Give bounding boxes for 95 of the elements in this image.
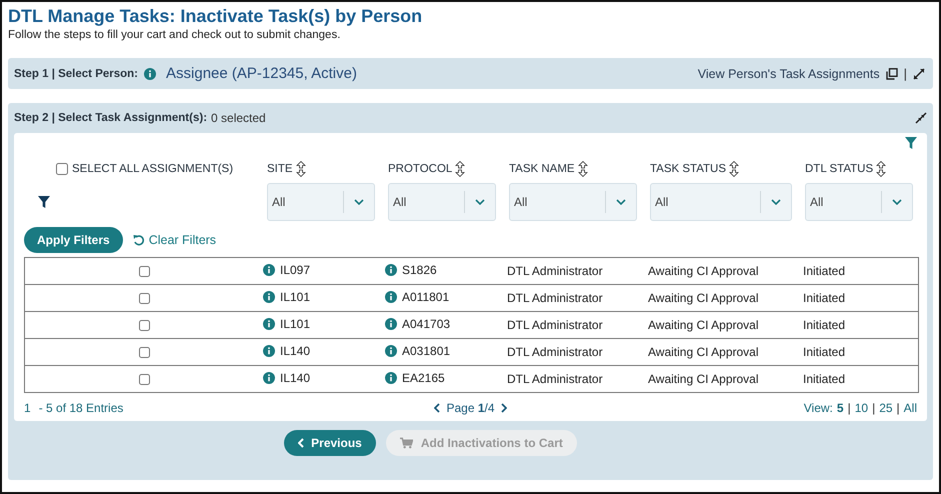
filter-icon[interactable]	[905, 137, 917, 149]
table-cell: DTL Administrator	[507, 372, 603, 386]
separator: |	[896, 401, 900, 415]
page-subtitle: Follow the steps to fill your cart and check out to submit changes.	[8, 29, 342, 41]
filter-icon[interactable]	[38, 196, 50, 208]
step-label: Step 2 | Select Task Assignment(s):	[14, 112, 208, 124]
row-checkbox[interactable]	[138, 266, 150, 278]
table-cell: EA2165	[402, 371, 445, 385]
column-header[interactable]: PROTOCOL	[388, 163, 452, 175]
table-cell: Initiated	[803, 345, 846, 359]
info-icon[interactable]	[263, 291, 275, 303]
table-cell: IL097	[280, 263, 310, 277]
page-title: DTL Manage Tasks: Inactivate Task(s) by Person	[8, 5, 424, 27]
copy-icon[interactable]	[886, 68, 898, 80]
info-icon[interactable]	[144, 68, 156, 80]
filter-dropdown[interactable]: All	[805, 183, 913, 221]
table-cell: A011801	[402, 290, 450, 304]
entries-range: - 5 of 18 Entries	[38, 401, 124, 415]
sort-icon[interactable]	[296, 161, 306, 177]
info-icon[interactable]	[385, 345, 397, 357]
sort-icon[interactable]	[876, 161, 886, 177]
step-label: Step 1 | Select Person:	[14, 68, 138, 80]
filter-dropdown[interactable]: All	[267, 183, 375, 221]
filter-dropdown[interactable]: All	[388, 183, 496, 221]
select-all-checkbox[interactable]	[56, 163, 68, 175]
separator: |	[872, 401, 876, 415]
row-checkbox[interactable]	[138, 347, 150, 358]
page-indicator: Page 1/4	[446, 401, 495, 415]
column-header[interactable]: TASK STATUS	[650, 163, 726, 175]
filter-dropdown[interactable]: All	[650, 183, 792, 221]
table-cell: A031801	[402, 344, 450, 358]
table-cell: DTL Administrator	[507, 291, 603, 305]
table-cell: DTL Administrator	[507, 264, 603, 278]
row-checkbox[interactable]	[138, 374, 150, 386]
table-cell: A041703	[402, 317, 450, 331]
collapse-icon[interactable]	[915, 112, 927, 124]
apply-filters-button[interactable]: Apply Filters	[24, 227, 123, 253]
info-icon[interactable]	[263, 372, 275, 384]
undo-icon[interactable]	[132, 234, 145, 246]
filter-dropdown[interactable]: All	[509, 183, 637, 221]
info-icon[interactable]	[263, 264, 275, 276]
table-cell: Awaiting CI Approval	[648, 372, 759, 386]
table-cell: Awaiting CI Approval	[648, 318, 759, 332]
view-label: View:	[804, 401, 833, 415]
clear-filters-link[interactable]: Clear Filters	[148, 233, 216, 247]
table-cell: DTL Administrator	[507, 345, 603, 359]
table-cell: Awaiting CI Approval	[648, 345, 759, 359]
table-cell: Initiated	[803, 264, 846, 278]
expand-icon[interactable]	[913, 68, 925, 80]
sort-icon[interactable]	[578, 161, 588, 177]
page-size-link[interactable]: 5	[836, 401, 844, 415]
column-header[interactable]: DTL STATUS	[805, 163, 874, 175]
table-cell: IL101	[280, 290, 310, 304]
column-header[interactable]: TASK NAME	[509, 163, 575, 175]
info-icon[interactable]	[263, 345, 275, 357]
row-checkbox[interactable]	[138, 320, 150, 332]
chevron-left-icon	[298, 438, 304, 448]
chevron-left-icon[interactable]	[434, 403, 440, 413]
table-cell: Awaiting CI Approval	[648, 291, 759, 305]
chevron-down-icon	[354, 199, 364, 205]
column-header[interactable]: SITE	[267, 163, 293, 175]
selected-count: 0 selected	[211, 111, 266, 125]
view-assignments-link[interactable]: View Person's Task Assignments	[698, 66, 880, 80]
person-name: Assignee (AP-12345, Active)	[166, 65, 357, 82]
table-cell: Initiated	[803, 318, 846, 332]
sort-icon[interactable]	[455, 161, 466, 177]
page-size-link[interactable]: 10	[854, 401, 868, 415]
select-all-label: SELECT ALL ASSIGNMENT(S)	[72, 163, 234, 175]
info-icon[interactable]	[385, 291, 397, 303]
table-cell: DTL Administrator	[507, 318, 603, 332]
sort-icon[interactable]	[729, 161, 740, 177]
chevron-right-icon[interactable]	[500, 403, 507, 413]
table-cell: S1826	[402, 263, 437, 277]
table-cell: IL140	[280, 344, 310, 358]
previous-button[interactable]: Previous	[284, 430, 376, 456]
separator: |	[848, 401, 851, 415]
info-icon[interactable]	[263, 318, 275, 330]
table-cell: IL140	[280, 371, 310, 385]
range-start: 1	[24, 401, 31, 415]
info-icon[interactable]	[385, 372, 397, 384]
table-cell: Initiated	[803, 291, 846, 305]
table-cell: Initiated	[803, 372, 846, 386]
row-checkbox[interactable]	[138, 293, 150, 304]
chevron-down-icon	[892, 199, 902, 205]
chevron-down-icon	[475, 199, 485, 205]
separator: |	[904, 66, 907, 81]
table-cell: Awaiting CI Approval	[648, 264, 759, 278]
page-size-link[interactable]: All	[904, 401, 918, 415]
chevron-down-icon	[616, 199, 626, 205]
table-cell: IL101	[280, 317, 310, 331]
cart-icon	[400, 437, 413, 449]
info-icon[interactable]	[385, 264, 397, 276]
page-size-link[interactable]: 25	[879, 401, 893, 415]
chevron-down-icon	[771, 199, 781, 205]
info-icon[interactable]	[385, 318, 397, 330]
